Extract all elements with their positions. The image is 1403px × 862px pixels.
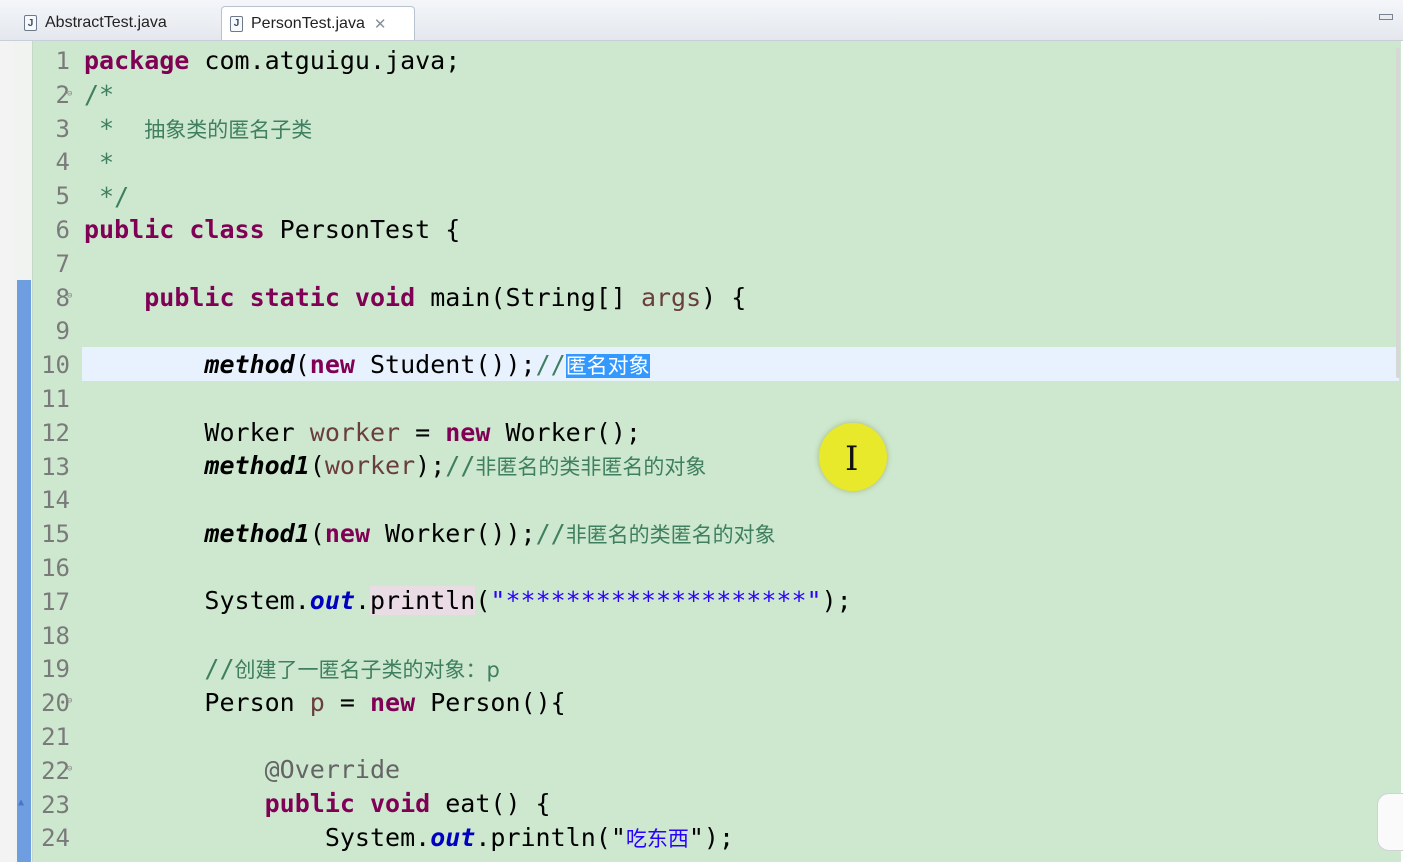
tab-label: AbstractTest.java xyxy=(45,14,167,31)
line-number: 9 xyxy=(55,317,70,346)
selected-text: 匿名对象 xyxy=(565,354,650,378)
line-number: 23 xyxy=(41,790,70,819)
tab-persontest[interactable]: J PersonTest.java ✕ xyxy=(221,6,415,40)
minimize-icon[interactable] xyxy=(1379,14,1393,20)
line-number: 1 xyxy=(55,47,70,75)
java-file-icon: J xyxy=(230,15,243,32)
vertical-scrollbar[interactable] xyxy=(1396,48,1400,378)
tab-abstracttest[interactable]: J AbstractTest.java xyxy=(12,6,217,40)
line-number: 24 xyxy=(41,824,70,853)
line-number: 22 xyxy=(41,756,70,785)
line-number: 21 xyxy=(41,723,70,751)
line-number: 8 xyxy=(55,283,70,312)
code-line-6[interactable]: public class PersonTest { xyxy=(84,213,460,247)
line-number: 10 xyxy=(41,351,70,380)
fold-icon[interactable]: ⊖ xyxy=(67,291,72,301)
line-number: 16 xyxy=(41,554,70,582)
code-line-23[interactable]: public void eat() { xyxy=(84,787,551,821)
line-number: 2 xyxy=(55,80,70,109)
line-number: 20 xyxy=(41,689,70,718)
code-line-2[interactable]: /* xyxy=(84,78,114,112)
i-beam-cursor-icon: I xyxy=(845,439,859,479)
line-number: 14 xyxy=(41,486,70,515)
window-left-edge xyxy=(0,41,14,862)
line-number: 12 xyxy=(41,418,70,447)
line-number: 6 xyxy=(55,216,70,244)
code-line-15[interactable]: method1(new Worker());//非匿名的类匿名的对象 xyxy=(84,517,775,552)
fold-icon[interactable]: ⊖ xyxy=(67,89,72,99)
code-line-24[interactable]: System.out.println("吃东西"); xyxy=(84,821,734,856)
code-line-1[interactable]: package com.atguigu.java; xyxy=(84,44,460,78)
fold-icon[interactable]: ⊖ xyxy=(67,764,72,774)
line-number: 15 xyxy=(41,520,70,549)
fold-icon[interactable]: ⊖ xyxy=(67,696,72,706)
quick-diff-bar xyxy=(17,280,31,862)
close-icon[interactable]: ✕ xyxy=(374,15,387,33)
code-line-22[interactable]: @Override xyxy=(84,753,400,787)
java-file-icon: J xyxy=(24,15,37,31)
code-line-5[interactable]: */ xyxy=(84,180,129,214)
code-line-10[interactable]: method(new Student());//匿名对象 xyxy=(84,348,650,383)
line-number: 4 xyxy=(55,148,70,177)
code-line-20[interactable]: Person p = new Person(){ xyxy=(84,686,565,720)
line-number: 5 xyxy=(55,182,70,211)
line-number: 3 xyxy=(55,114,70,143)
line-number: 19 xyxy=(41,655,70,684)
line-number: 18 xyxy=(41,621,70,650)
code-line-3[interactable]: * 抽象类的匿名子类 xyxy=(84,112,312,147)
code-line-13[interactable]: method1(worker);//非匿名的类非匿名的对象 xyxy=(84,449,706,484)
line-number: 17 xyxy=(41,587,70,616)
floating-widget[interactable] xyxy=(1377,793,1403,851)
gutter-separator xyxy=(32,41,33,862)
code-line-19[interactable]: //创建了一匿名子类的对象：p xyxy=(84,652,499,687)
code-line-4[interactable]: * xyxy=(84,146,114,180)
override-marker-icon: ▲ xyxy=(18,797,25,808)
code-line-12[interactable]: Worker worker = new Worker(); xyxy=(84,416,641,450)
tab-label: PersonTest.java xyxy=(251,14,365,32)
editor-tab-bar: J AbstractTest.java J PersonTest.java ✕ xyxy=(0,0,1403,41)
line-number: 13 xyxy=(41,452,70,481)
code-line-17[interactable]: System.out.println("********************… xyxy=(84,584,852,618)
line-number: 11 xyxy=(41,385,70,413)
line-number: 7 xyxy=(55,249,70,278)
code-line-8[interactable]: public static void main(String[] args) { xyxy=(84,281,746,315)
